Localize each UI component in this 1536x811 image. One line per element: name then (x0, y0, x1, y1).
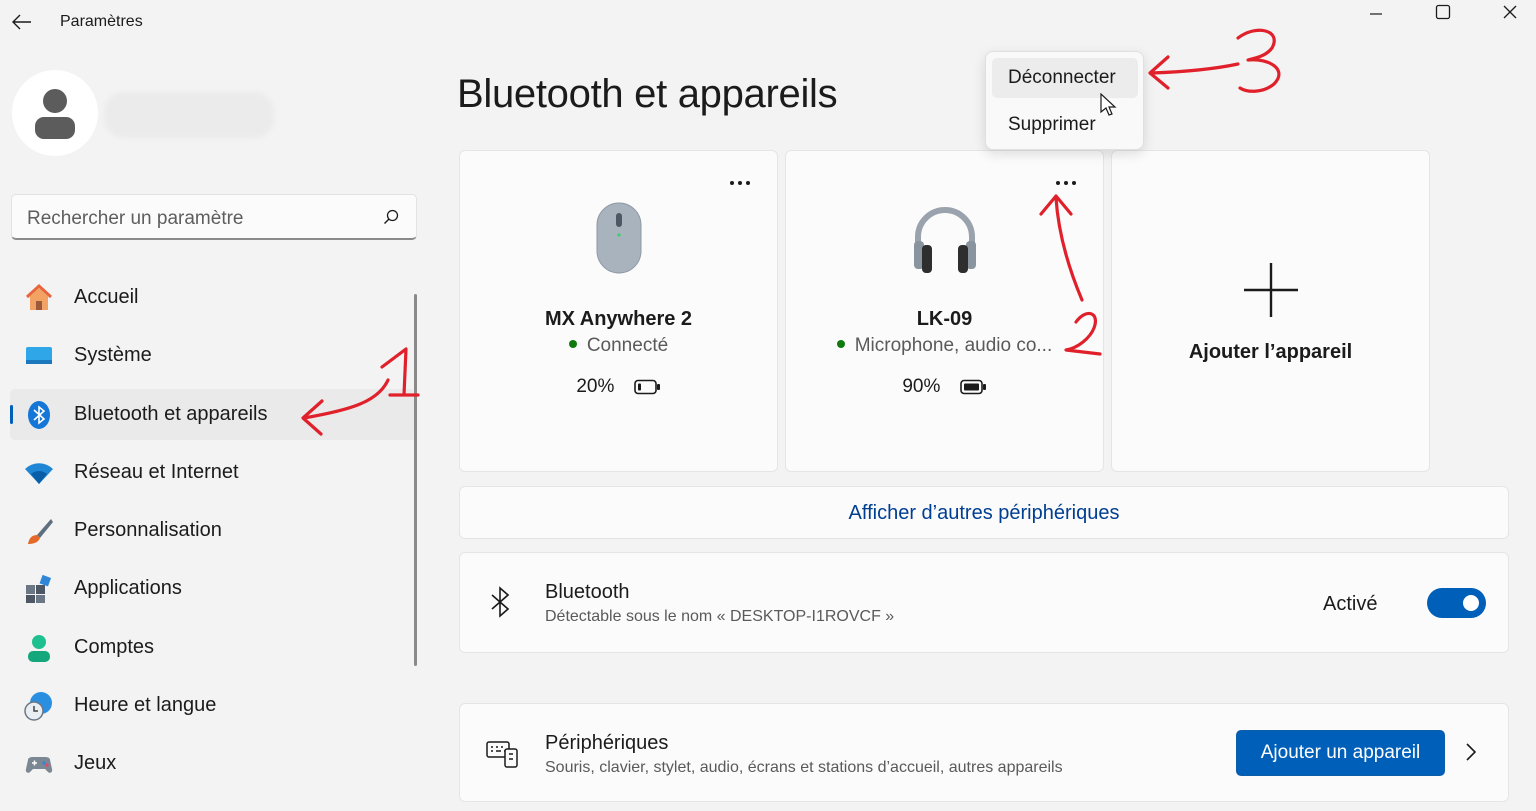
search-icon (384, 209, 399, 224)
battery-info: 20% (460, 376, 777, 398)
title-bar: Paramètres (0, 0, 1536, 44)
status-dot (568, 339, 577, 348)
battery-percent: 20% (576, 376, 615, 397)
active-indicator (10, 404, 13, 424)
bluetooth-subtitle: Détectable sous le nom « DESKTOP-I1ROVCF… (545, 608, 895, 625)
mouse-cursor-icon (1100, 93, 1117, 116)
battery-low-icon (633, 379, 660, 395)
menu-item-disconnect[interactable]: Déconnecter (992, 58, 1138, 98)
sidebar-item-label: Personnalisation (74, 519, 222, 542)
user-name-redacted (104, 92, 274, 138)
bluetooth-title: Bluetooth (545, 581, 630, 603)
battery-info: 90% (786, 376, 1103, 398)
minimize-icon (1370, 13, 1382, 15)
peripherals-row[interactable]: Périphériques Souris, clavier, stylet, a… (459, 703, 1509, 802)
sidebar-item-comptes[interactable]: Comptes (10, 622, 416, 673)
sidebar-item-heure-langue[interactable]: Heure et langue (10, 680, 416, 731)
battery-high-icon (959, 379, 986, 395)
device-name: LK-09 (916, 308, 973, 330)
sidebar-item-label: Bluetooth et appareils (74, 402, 268, 425)
sidebar-item-label: Comptes (74, 635, 155, 658)
chevron-right-icon[interactable] (1465, 742, 1477, 762)
sidebar-item-accueil[interactable]: Accueil (10, 272, 416, 323)
device-card-mouse[interactable]: MX Anywhere 2 Connecté 20% (459, 150, 778, 472)
sidebar-scrollbar[interactable] (414, 294, 417, 666)
keyboard-devices-icon (486, 741, 518, 768)
battery-percent: 90% (902, 376, 941, 397)
close-icon (1503, 5, 1517, 19)
more-options-button[interactable] (725, 173, 755, 193)
person-avatar-icon (35, 89, 75, 139)
add-device-label: Ajouter l’appareil (1188, 341, 1353, 363)
bluetooth-icon (491, 586, 510, 618)
system-icon (26, 347, 52, 365)
peripherals-title: Périphériques (545, 732, 669, 754)
annotation-arrow-3 (1150, 62, 1240, 75)
maximize-icon (1435, 4, 1451, 20)
more-devices-row[interactable]: Afficher d’autres périphériques (459, 486, 1509, 539)
close-button[interactable] (1480, 0, 1536, 24)
toggle-knob (1463, 595, 1479, 611)
sidebar-item-label: Réseau et Internet (74, 460, 239, 483)
sidebar-item-label: Système (74, 344, 152, 367)
device-context-menu: Déconnecter Supprimer (985, 51, 1144, 150)
more-icon (730, 181, 750, 185)
sidebar-item-systeme[interactable]: Système (10, 330, 416, 381)
sidebar-item-applications[interactable]: Applications (10, 563, 416, 614)
maximize-button[interactable] (1413, 0, 1473, 24)
add-device-card[interactable]: Ajouter l’appareil (1111, 150, 1430, 472)
more-devices-link[interactable]: Afficher d’autres périphériques (849, 502, 1120, 525)
sidebar-item-label: Accueil (74, 286, 139, 308)
search-input[interactable]: Rechercher un paramètre (11, 194, 417, 240)
apps-icon (26, 575, 52, 604)
back-arrow-icon (12, 14, 31, 30)
sidebar-item-label: Heure et langue (74, 694, 217, 717)
clock-globe-icon (24, 692, 52, 721)
wifi-icon (25, 463, 53, 484)
mouse-icon (596, 202, 641, 274)
device-card-headphones[interactable]: LK-09 Microphone, audio co... 90% (785, 150, 1104, 472)
sidebar-nav: Accueil Système Bluetooth et appareils R… (10, 272, 416, 797)
bluetooth-state: Activé (1323, 593, 1378, 615)
gamepad-icon (25, 757, 53, 774)
annotation-arrowhead-3 (1148, 55, 1170, 90)
person-icon (28, 634, 50, 662)
avatar[interactable] (12, 70, 98, 156)
add-device-button[interactable]: Ajouter un appareil (1236, 730, 1445, 776)
device-status-text: Microphone, audio co... (854, 335, 1053, 356)
bluetooth-setting-row: Bluetooth Détectable sous le nom « DESKT… (459, 552, 1509, 653)
bluetooth-toggle[interactable] (1427, 588, 1486, 618)
sidebar-item-label: Applications (74, 577, 182, 600)
sidebar-item-label: Jeux (74, 752, 117, 775)
home-icon (25, 283, 53, 310)
more-icon (1056, 181, 1076, 185)
device-status: Connecté (460, 335, 777, 357)
minimize-button[interactable] (1346, 0, 1406, 24)
sidebar-item-reseau[interactable]: Réseau et Internet (10, 447, 416, 498)
device-status: Microphone, audio co... (786, 335, 1103, 357)
more-options-button[interactable] (1051, 173, 1081, 193)
bluetooth-icon (28, 400, 50, 429)
plus-icon (1243, 263, 1298, 317)
sidebar-item-bluetooth[interactable]: Bluetooth et appareils (10, 388, 416, 440)
device-name: MX Anywhere 2 (544, 308, 693, 330)
sidebar-item-jeux[interactable]: Jeux (10, 738, 416, 789)
search-placeholder: Rechercher un paramètre (27, 208, 244, 229)
peripherals-subtitle: Souris, clavier, stylet, audio, écrans e… (545, 759, 1063, 776)
headphones-icon (913, 207, 976, 273)
brush-icon (28, 519, 53, 545)
back-button[interactable] (8, 8, 36, 36)
page-title: Bluetooth et appareils (457, 72, 838, 116)
app-title: Paramètres (60, 13, 143, 30)
status-dot (836, 339, 845, 348)
sidebar-item-personnalisation[interactable]: Personnalisation (10, 505, 416, 556)
device-status-text: Connecté (586, 335, 669, 356)
